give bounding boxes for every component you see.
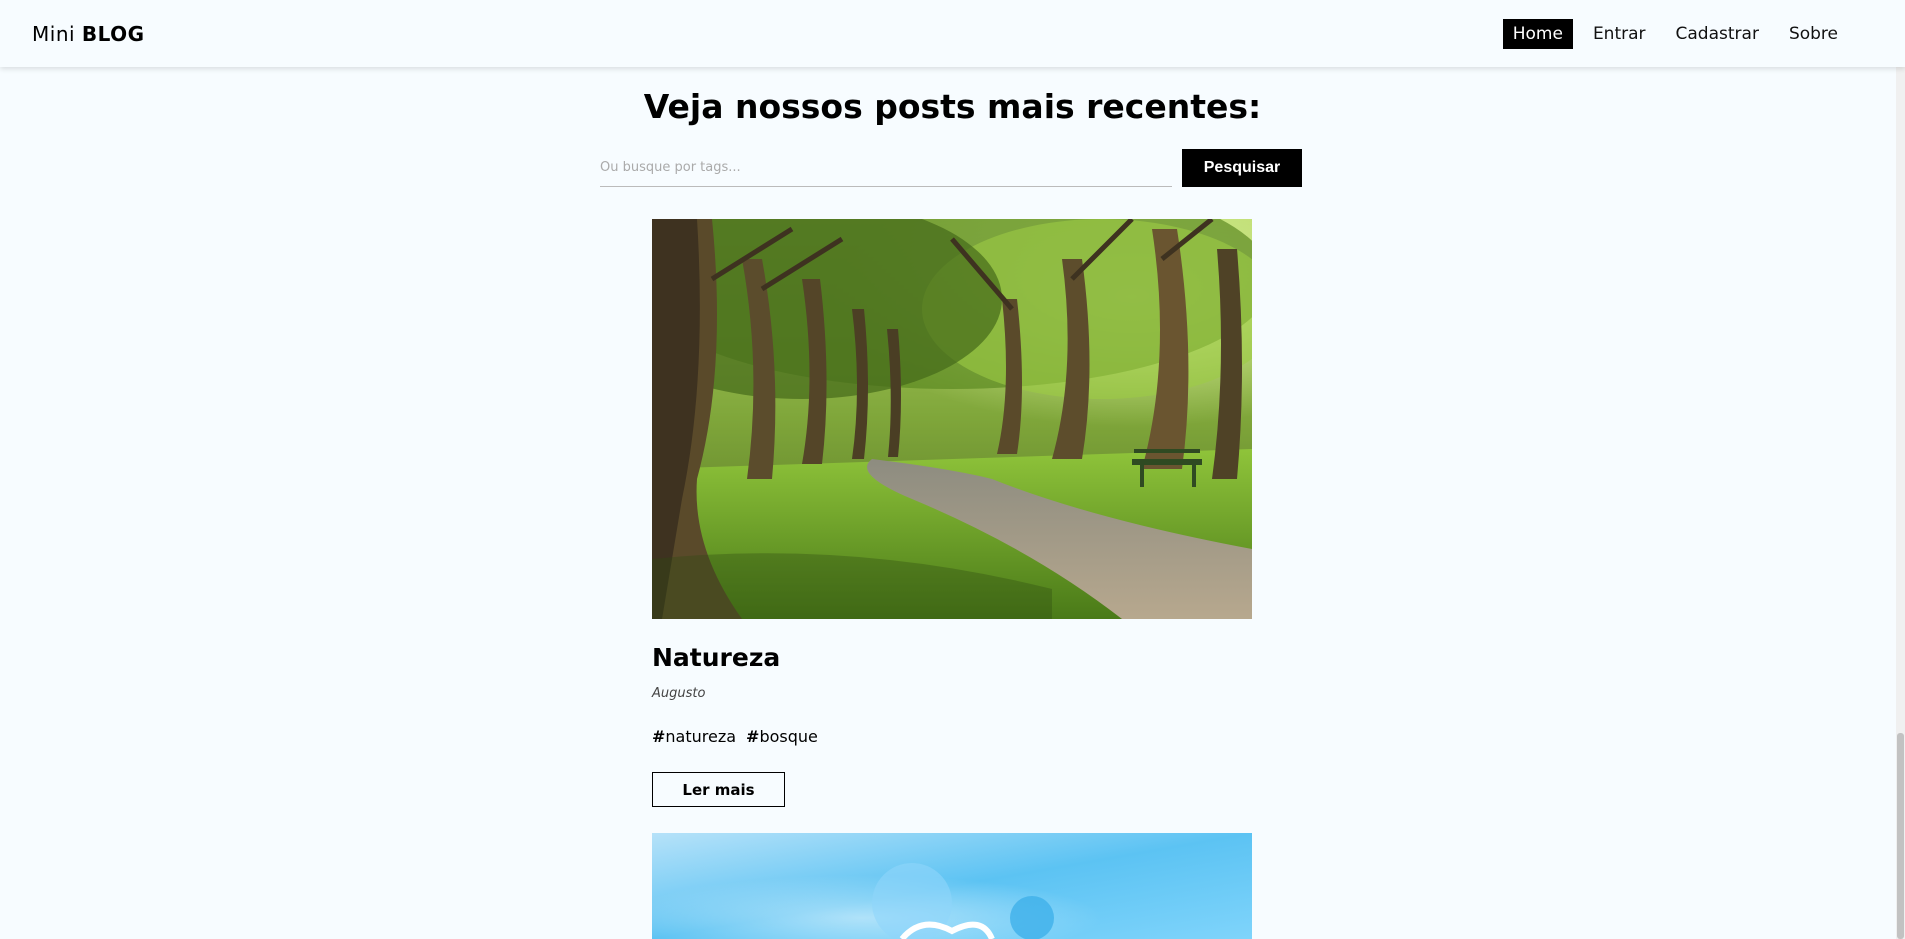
navbar: Mini BLOG Home Entrar Cadastrar Sobre	[0, 0, 1905, 67]
post-card	[652, 833, 1252, 939]
scrollbar[interactable]	[1896, 67, 1905, 939]
brand-light-text: Mini	[32, 21, 76, 46]
scrollbar-thumb[interactable]	[1897, 733, 1904, 939]
nav-link-sobre[interactable]: Sobre	[1779, 19, 1848, 49]
nav-link-home[interactable]: Home	[1502, 18, 1573, 49]
page-title: Veja nossos posts mais recentes:	[643, 87, 1262, 126]
read-more-button[interactable]: Ler mais	[652, 772, 785, 807]
main-content: Veja nossos posts mais recentes: Pesquis…	[0, 67, 1905, 939]
tag-item: #natureza	[652, 727, 737, 746]
post-image	[652, 833, 1252, 939]
post-title: Natureza	[652, 643, 781, 672]
search-form: Pesquisar	[600, 149, 1302, 189]
nav-link-entrar[interactable]: Entrar	[1583, 19, 1656, 49]
brand-logo[interactable]: Mini BLOG	[32, 22, 145, 46]
post-author: Augusto	[652, 686, 706, 701]
post-image	[652, 219, 1252, 619]
nav-links: Home Entrar Cadastrar Sobre	[1502, 18, 1848, 49]
nav-link-cadastrar[interactable]: Cadastrar	[1666, 19, 1769, 49]
post-tags: #natureza #bosque	[652, 727, 1252, 746]
search-input[interactable]	[600, 149, 1172, 187]
tag-item: #bosque	[746, 727, 818, 746]
post-card: Natureza Augusto #natureza #bosque Ler m…	[652, 219, 1252, 807]
search-button[interactable]: Pesquisar	[1182, 149, 1302, 187]
brand-bold-text: BLOG	[81, 21, 145, 46]
